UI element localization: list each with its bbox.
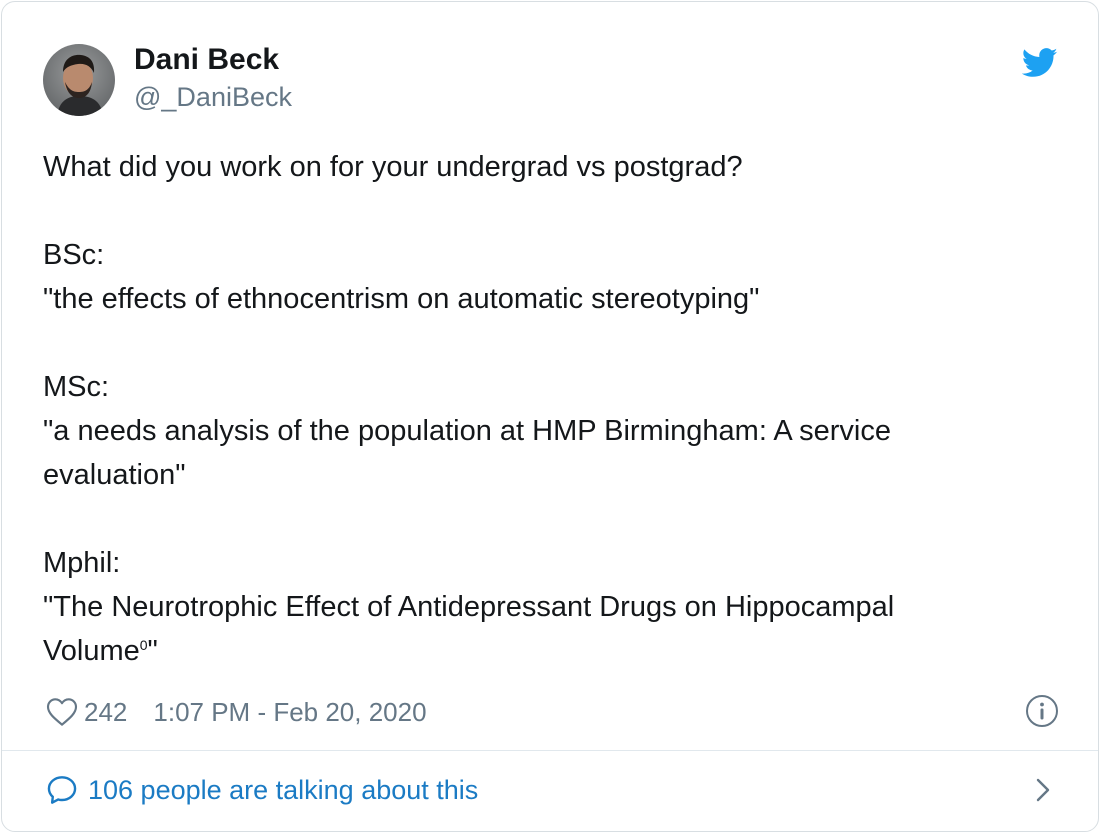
mphil-volume-word: Volume <box>43 635 140 667</box>
tweet-line-msc-label: MSc: <box>43 371 110 403</box>
heart-icon[interactable] <box>46 697 78 727</box>
divider <box>2 750 1098 751</box>
tweet-timestamp[interactable]: 1:07 PM - Feb 20, 2020 <box>153 697 426 728</box>
chevron-right-icon[interactable] <box>1032 775 1054 805</box>
mphil-superscript: 0 <box>139 637 148 653</box>
info-icon[interactable] <box>1025 694 1059 728</box>
tweet-line-bsc-title: "the effects of ethnocentrism on automat… <box>43 283 760 315</box>
mphil-closing-quote: " <box>147 635 158 667</box>
avatar-photo <box>43 44 115 116</box>
tweet-line-intro: What did you work on for your undergrad … <box>43 151 743 183</box>
tweet-line-mphil-label: Mphil: <box>43 547 121 579</box>
author-name[interactable]: Dani Beck <box>134 43 279 77</box>
tweet-line-mphil-title-1: "The Neurotrophic Effect of Antidepressa… <box>43 591 895 623</box>
tweet-line-msc-title-1: "a needs analysis of the population at H… <box>43 415 891 447</box>
tweet-card: Dani Beck @_DaniBeck What did you work o… <box>1 1 1099 832</box>
tweet-meta: 242 1:07 PM - Feb 20, 2020 <box>46 692 427 732</box>
tweet-line-msc-title-2: evaluation" <box>43 459 186 491</box>
author-handle[interactable]: @_DaniBeck <box>134 82 292 113</box>
conversation-link[interactable]: 106 people are talking about this <box>46 770 478 810</box>
conversation-text[interactable]: 106 people are talking about this <box>88 775 478 806</box>
tweet-line-bsc-label: BSc: <box>43 239 105 271</box>
like-count[interactable]: 242 <box>84 697 127 728</box>
tweet-text: What did you work on for your undergrad … <box>43 145 1053 673</box>
speech-bubble-icon <box>47 776 77 804</box>
twitter-bird-icon[interactable] <box>1021 47 1058 79</box>
avatar[interactable] <box>43 44 115 116</box>
tweet-line-mphil-title-2: Volume0" <box>43 629 1053 673</box>
